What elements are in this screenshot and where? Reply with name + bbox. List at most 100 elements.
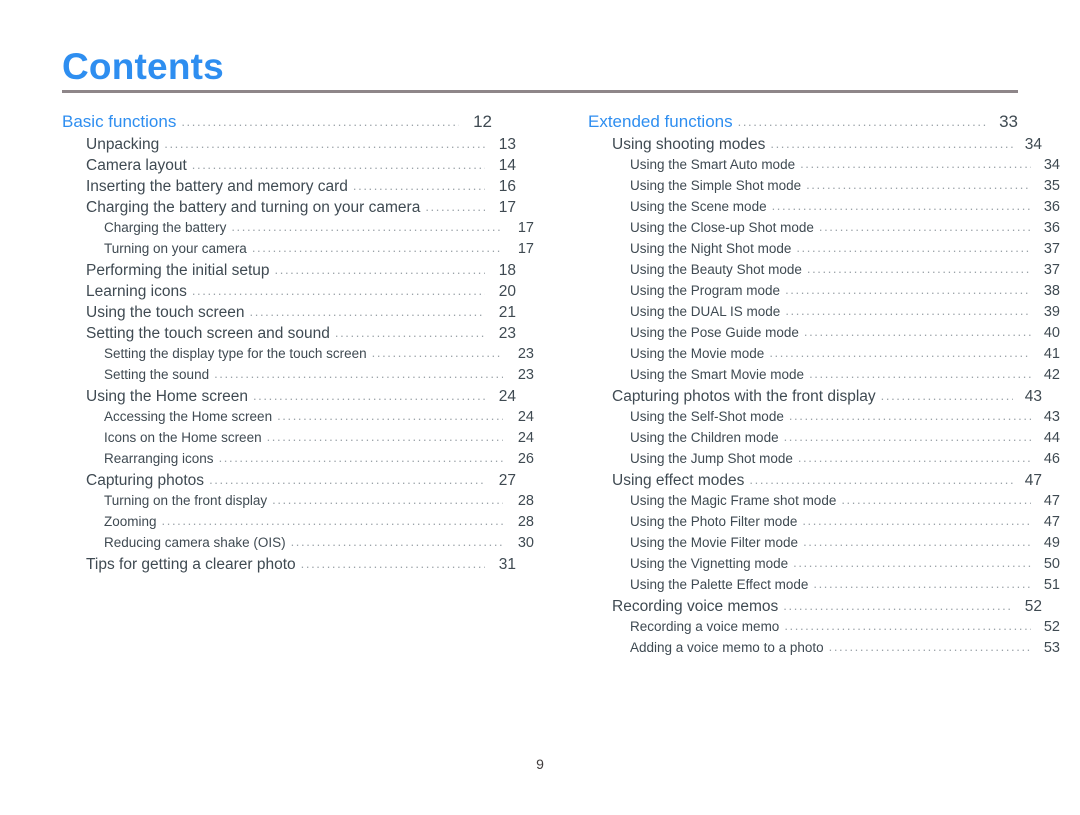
toc-entry[interactable]: Using the Movie Filter mode.............… bbox=[630, 534, 1060, 556]
toc-entry-page: 28 bbox=[517, 493, 534, 509]
toc-entry[interactable]: Unpacking...............................… bbox=[86, 136, 516, 157]
toc-entry[interactable]: Accessing the Home screen...............… bbox=[104, 408, 534, 430]
toc-entry-label: Tips for getting a clearer photo bbox=[86, 556, 296, 573]
toc-entry[interactable]: Recording a voice memo..................… bbox=[630, 618, 1060, 640]
toc-entry[interactable]: Using the Magic Frame shot mode.........… bbox=[630, 492, 1060, 514]
toc-entry-label: Using the touch screen bbox=[86, 304, 245, 321]
toc-leader-dots: ........................................… bbox=[784, 618, 1031, 633]
toc-entry[interactable]: Using the Smart Movie mode..............… bbox=[630, 366, 1060, 388]
toc-entry-page: 52 bbox=[1043, 619, 1060, 635]
toc-entry[interactable]: Inserting the battery and memory card...… bbox=[86, 178, 516, 199]
toc-entry[interactable]: Performing the initial setup............… bbox=[86, 262, 516, 283]
toc-entry[interactable]: Using the Photo Filter mode.............… bbox=[630, 513, 1060, 535]
toc-entry[interactable]: Using the touch screen..................… bbox=[86, 304, 516, 325]
toc-entry[interactable]: Using the Self-Shot mode................… bbox=[630, 408, 1060, 430]
toc-entry-page: 24 bbox=[517, 409, 534, 425]
toc-entry[interactable]: Capturing photos with the front display.… bbox=[612, 388, 1042, 409]
toc-leader-dots: ........................................… bbox=[218, 450, 503, 465]
toc-entry[interactable]: Using the Close-up Shot mode............… bbox=[630, 219, 1060, 241]
toc-entry[interactable]: Turning on the front display............… bbox=[104, 492, 534, 514]
toc-entry-page: 35 bbox=[1043, 178, 1060, 194]
toc-entry[interactable]: Using the Vignetting mode...............… bbox=[630, 555, 1060, 577]
toc-entry[interactable]: Setting the display type for the touch s… bbox=[104, 345, 534, 367]
toc-entry[interactable]: Using the Program mode..................… bbox=[630, 282, 1060, 304]
toc-entry-page: 34 bbox=[1043, 157, 1060, 173]
toc-entry[interactable]: Charging the battery and turning on your… bbox=[86, 199, 516, 220]
toc-entry-page: 47 bbox=[1024, 472, 1042, 489]
toc-entry[interactable]: Using effect modes......................… bbox=[612, 472, 1042, 493]
toc-entry-page: 36 bbox=[1043, 220, 1060, 236]
toc-entry[interactable]: Using the Home screen...................… bbox=[86, 388, 516, 409]
toc-entry-page: 30 bbox=[517, 535, 534, 551]
toc-entry[interactable]: Recording voice memos...................… bbox=[612, 598, 1042, 619]
toc-entry[interactable]: Using the Night Shot mode...............… bbox=[630, 240, 1060, 262]
toc-entry[interactable]: Adding a voice memo to a photo..........… bbox=[630, 639, 1060, 661]
toc-entry-label: Using the Vignetting mode bbox=[630, 556, 789, 571]
toc-entry[interactable]: Capturing photos........................… bbox=[86, 472, 516, 493]
toc-entry-label: Capturing photos with the front display bbox=[612, 388, 876, 405]
toc-entry-page: 41 bbox=[1043, 346, 1060, 362]
toc-entry-label: Using the Home screen bbox=[86, 388, 248, 405]
toc-entry[interactable]: Icons on the Home screen................… bbox=[104, 429, 534, 451]
toc-entry[interactable]: Using the Jump Shot mode................… bbox=[630, 450, 1060, 472]
toc-entry[interactable]: Using shooting modes....................… bbox=[612, 136, 1042, 157]
toc-entry[interactable]: Using the Pose Guide mode...............… bbox=[630, 324, 1060, 346]
toc-entry[interactable]: Setting the sound.......................… bbox=[104, 366, 534, 388]
toc-entry[interactable]: Learning icons..........................… bbox=[86, 283, 516, 304]
toc-entry-label: Using the Movie Filter mode bbox=[630, 535, 799, 550]
toc-entry[interactable]: Rearranging icons.......................… bbox=[104, 450, 534, 472]
toc-leader-dots: ........................................… bbox=[252, 388, 485, 403]
toc-entry-label: Basic functions bbox=[62, 112, 177, 131]
toc-entry-label: Using the Close-up Shot mode bbox=[630, 220, 814, 235]
toc-entry-page: 12 bbox=[473, 112, 492, 131]
toc-entry-page: 28 bbox=[517, 514, 534, 530]
toc-entry-page: 40 bbox=[1043, 325, 1060, 341]
toc-entry-page: 23 bbox=[517, 367, 534, 383]
toc-entry[interactable]: Using the Children mode.................… bbox=[630, 429, 1060, 451]
toc-entry[interactable]: Reducing camera shake (OIS).............… bbox=[104, 534, 534, 556]
toc-entry-label: Charging the battery bbox=[104, 220, 227, 235]
toc-entry-label: Using the Children mode bbox=[630, 430, 779, 445]
toc-entry-page: 37 bbox=[1043, 241, 1060, 257]
toc-entry[interactable]: Using the Movie mode....................… bbox=[630, 345, 1060, 367]
toc-entry[interactable]: Charging the battery....................… bbox=[104, 219, 534, 241]
toc-entry-label: Reducing camera shake (OIS) bbox=[104, 535, 286, 550]
toc-leader-dots: ........................................… bbox=[841, 492, 1031, 507]
toc-entry-label: Setting the display type for the touch s… bbox=[104, 346, 367, 361]
toc-entry[interactable]: Setting the touch screen and sound......… bbox=[86, 325, 516, 346]
toc-leader-dots: ........................................… bbox=[737, 114, 987, 129]
toc-leader-dots: ........................................… bbox=[797, 450, 1031, 465]
toc-entry-page: 16 bbox=[498, 178, 516, 195]
toc-leader-dots: ........................................… bbox=[352, 178, 485, 193]
toc-entry[interactable]: Tips for getting a clearer photo........… bbox=[86, 556, 516, 577]
toc-leader-dots: ........................................… bbox=[880, 388, 1013, 403]
toc-entry-label: Extended functions bbox=[588, 112, 733, 131]
toc-leader-dots: ........................................… bbox=[769, 345, 1031, 360]
toc-leader-dots: ........................................… bbox=[164, 136, 485, 151]
toc-leader-dots: ........................................… bbox=[785, 282, 1031, 297]
toc-column-right: Extended functions......................… bbox=[588, 112, 1060, 661]
toc-leader-dots: ........................................… bbox=[290, 534, 503, 549]
toc-entry[interactable]: Camera layout...........................… bbox=[86, 157, 516, 178]
toc-leader-dots: ........................................… bbox=[425, 199, 485, 214]
toc-entry-label: Icons on the Home screen bbox=[104, 430, 262, 445]
toc-entry[interactable]: Turning on your camera..................… bbox=[104, 240, 534, 262]
toc-entry[interactable]: Using the Scene mode....................… bbox=[630, 198, 1060, 220]
toc-section-heading[interactable]: Extended functions......................… bbox=[588, 112, 1018, 136]
toc-entry[interactable]: Using the Palette Effect mode...........… bbox=[630, 576, 1060, 598]
toc-entry-page: 18 bbox=[498, 262, 516, 279]
toc-leader-dots: ........................................… bbox=[793, 555, 1031, 570]
toc-entry[interactable]: Using the DUAL IS mode..................… bbox=[630, 303, 1060, 325]
toc-entry-page: 27 bbox=[498, 472, 516, 489]
toc-entry[interactable]: Zooming.................................… bbox=[104, 513, 534, 535]
toc-entry[interactable]: Using the Smart Auto mode...............… bbox=[630, 156, 1060, 178]
toc-entry-label: Using the Night Shot mode bbox=[630, 241, 792, 256]
toc-section-heading[interactable]: Basic functions.........................… bbox=[62, 112, 492, 136]
toc-entry[interactable]: Using the Beauty Shot mode..............… bbox=[630, 261, 1060, 283]
toc-leader-dots: ........................................… bbox=[806, 177, 1031, 192]
toc-entry[interactable]: Using the Simple Shot mode..............… bbox=[630, 177, 1060, 199]
toc-leader-dots: ........................................… bbox=[272, 492, 503, 507]
toc-leader-dots: ........................................… bbox=[828, 639, 1031, 654]
toc-entry-label: Using the Smart Auto mode bbox=[630, 157, 796, 172]
toc-entry-page: 13 bbox=[498, 136, 516, 153]
